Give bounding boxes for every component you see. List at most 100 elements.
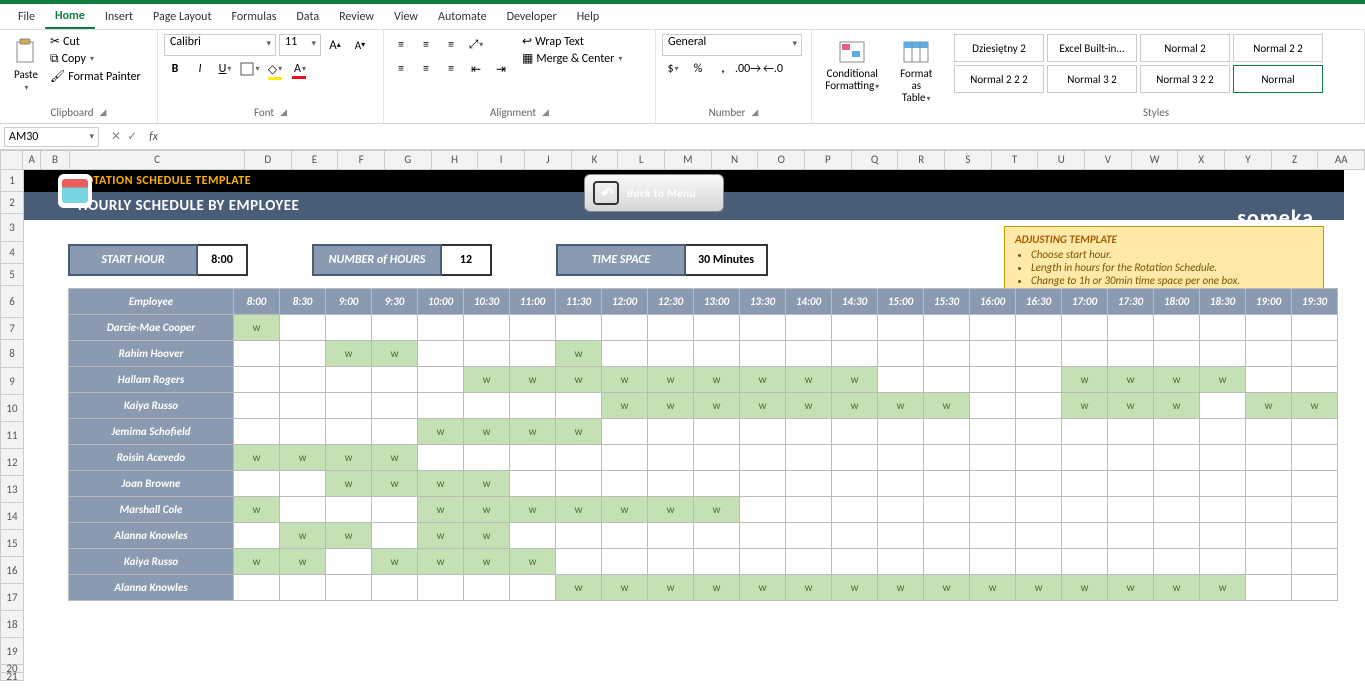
col-header-H[interactable]: H bbox=[432, 150, 479, 170]
menu-file[interactable]: File bbox=[8, 6, 45, 28]
row-header-5[interactable]: 5 bbox=[0, 264, 24, 286]
row-header-8[interactable]: 8 bbox=[0, 340, 24, 368]
schedule-cell[interactable] bbox=[924, 471, 970, 497]
schedule-cell[interactable]: w bbox=[1154, 393, 1200, 419]
schedule-cell[interactable] bbox=[1292, 419, 1338, 445]
col-header-V[interactable]: V bbox=[1085, 150, 1132, 170]
schedule-cell[interactable] bbox=[464, 445, 510, 471]
schedule-cell[interactable]: w bbox=[510, 497, 556, 523]
schedule-cell[interactable] bbox=[1062, 497, 1108, 523]
schedule-cell[interactable] bbox=[1246, 549, 1292, 575]
menu-page-layout[interactable]: Page Layout bbox=[143, 6, 221, 28]
schedule-cell[interactable] bbox=[1200, 315, 1246, 341]
schedule-cell[interactable] bbox=[280, 575, 326, 601]
align-left-button[interactable]: ≡ bbox=[390, 58, 412, 80]
schedule-cell[interactable] bbox=[740, 471, 786, 497]
schedule-cell[interactable] bbox=[1016, 419, 1062, 445]
menu-help[interactable]: Help bbox=[567, 6, 610, 28]
schedule-cell[interactable]: w bbox=[832, 393, 878, 419]
schedule-cell[interactable] bbox=[878, 549, 924, 575]
col-header-Y[interactable]: Y bbox=[1225, 150, 1272, 170]
menu-review[interactable]: Review bbox=[329, 6, 384, 28]
select-all-corner[interactable] bbox=[0, 150, 23, 170]
worksheet[interactable]: ABCDEFGHIJKLMNOPQRSTUVWXYZAA 12345678910… bbox=[0, 150, 1365, 700]
style-normal-3-2[interactable]: Normal 3 2 bbox=[1047, 65, 1137, 93]
schedule-cell[interactable] bbox=[1016, 471, 1062, 497]
style-dziesi-tny-2[interactable]: Dziesiętny 2 bbox=[954, 34, 1044, 62]
schedule-cell[interactable]: w bbox=[740, 575, 786, 601]
fill-color-button[interactable]: ◇▾ bbox=[264, 58, 286, 80]
row-header-13[interactable]: 13 bbox=[0, 476, 24, 503]
schedule-cell[interactable] bbox=[970, 471, 1016, 497]
align-right-button[interactable]: ≡ bbox=[440, 58, 462, 80]
schedule-cell[interactable] bbox=[1292, 471, 1338, 497]
schedule-cell[interactable] bbox=[1108, 315, 1154, 341]
row-header-12[interactable]: 12 bbox=[0, 449, 24, 476]
schedule-cell[interactable]: w bbox=[418, 549, 464, 575]
schedule-cell[interactable] bbox=[832, 419, 878, 445]
col-header-C[interactable]: C bbox=[70, 150, 245, 170]
employee-name[interactable]: Jemima Schofield bbox=[69, 419, 234, 445]
align-bottom-button[interactable]: ≡ bbox=[440, 34, 462, 56]
schedule-cell[interactable]: w bbox=[602, 497, 648, 523]
schedule-cell[interactable] bbox=[556, 471, 602, 497]
schedule-cell[interactable] bbox=[1016, 445, 1062, 471]
schedule-cell[interactable]: w bbox=[648, 497, 694, 523]
schedule-cell[interactable]: w bbox=[326, 445, 372, 471]
schedule-cell[interactable]: w bbox=[970, 575, 1016, 601]
percent-button[interactable]: % bbox=[687, 58, 709, 80]
schedule-cell[interactable] bbox=[694, 523, 740, 549]
schedule-cell[interactable] bbox=[648, 445, 694, 471]
increase-font-button[interactable]: A▴ bbox=[324, 34, 346, 56]
schedule-cell[interactable] bbox=[1154, 523, 1200, 549]
schedule-cell[interactable] bbox=[924, 549, 970, 575]
col-header-D[interactable]: D bbox=[245, 150, 292, 170]
schedule-cell[interactable] bbox=[1062, 341, 1108, 367]
borders-button[interactable]: ▾ bbox=[239, 58, 261, 80]
schedule-cell[interactable]: w bbox=[1016, 575, 1062, 601]
row-header-9[interactable]: 9 bbox=[0, 368, 24, 395]
font-color-button[interactable]: A▾ bbox=[289, 58, 311, 80]
schedule-cell[interactable] bbox=[786, 341, 832, 367]
schedule-cell[interactable]: w bbox=[464, 471, 510, 497]
schedule-cell[interactable] bbox=[556, 315, 602, 341]
schedule-cell[interactable]: w bbox=[464, 367, 510, 393]
schedule-cell[interactable] bbox=[1016, 549, 1062, 575]
schedule-cell[interactable] bbox=[970, 445, 1016, 471]
cancel-formula-button[interactable]: ✕ bbox=[111, 129, 121, 144]
style-normal[interactable]: Normal bbox=[1233, 65, 1323, 93]
schedule-cell[interactable] bbox=[1108, 419, 1154, 445]
schedule-cell[interactable] bbox=[418, 575, 464, 601]
schedule-cell[interactable] bbox=[1200, 471, 1246, 497]
schedule-cell[interactable]: w bbox=[1154, 367, 1200, 393]
schedule-cell[interactable] bbox=[464, 575, 510, 601]
row-header-4[interactable]: 4 bbox=[0, 242, 24, 264]
row-header-19[interactable]: 19 bbox=[0, 638, 24, 665]
schedule-cell[interactable] bbox=[464, 341, 510, 367]
col-header-L[interactable]: L bbox=[618, 150, 665, 170]
menu-automate[interactable]: Automate bbox=[428, 6, 497, 28]
employee-name[interactable]: Darcie-Mae Cooper bbox=[69, 315, 234, 341]
schedule-cell[interactable] bbox=[510, 315, 556, 341]
schedule-cell[interactable] bbox=[1108, 549, 1154, 575]
schedule-cell[interactable]: w bbox=[510, 367, 556, 393]
schedule-cell[interactable]: w bbox=[1292, 393, 1338, 419]
number-launcher[interactable]: ◢ bbox=[751, 107, 758, 118]
schedule-cell[interactable]: w bbox=[1246, 393, 1292, 419]
employee-name[interactable]: Kaiya Russo bbox=[69, 393, 234, 419]
cut-button[interactable]: ✂Cut bbox=[50, 34, 141, 49]
employee-name[interactable]: Alanna Knowles bbox=[69, 575, 234, 601]
schedule-cell[interactable]: w bbox=[1154, 575, 1200, 601]
schedule-cell[interactable] bbox=[1108, 497, 1154, 523]
schedule-cell[interactable]: w bbox=[832, 575, 878, 601]
decrease-font-button[interactable]: A▾ bbox=[349, 34, 371, 56]
schedule-cell[interactable] bbox=[234, 419, 280, 445]
font-name-combo[interactable]: Calibri bbox=[164, 34, 276, 56]
bold-button[interactable]: B bbox=[164, 58, 186, 80]
decrease-indent-button[interactable]: ⇤ bbox=[465, 58, 487, 80]
schedule-cell[interactable]: w bbox=[648, 575, 694, 601]
style-normal-2[interactable]: Normal 2 bbox=[1140, 34, 1230, 62]
schedule-cell[interactable] bbox=[970, 341, 1016, 367]
schedule-cell[interactable] bbox=[464, 315, 510, 341]
back-to-menu-button[interactable]: ↶ Back to Menu bbox=[584, 174, 724, 212]
